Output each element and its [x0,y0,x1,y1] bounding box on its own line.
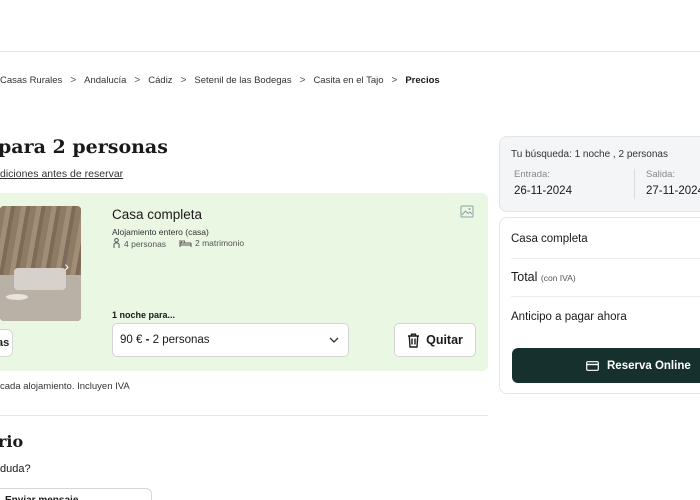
chevron-down-icon [329,337,339,343]
summary-divider [511,258,700,259]
chevron-right-icon: > [299,74,306,86]
booking-summary-box: Casa completa Total (con IVA) Anticipo a… [499,217,700,394]
beds-label: 2 matrimonio [195,238,245,248]
breadcrumb-cadiz[interactable]: Cádiz [148,75,172,86]
remove-button[interactable]: Quitar [394,323,476,357]
chevron-right-icon: > [391,74,398,86]
credit-card-icon [586,360,599,371]
summary-divider [511,296,700,297]
page-title: para 2 personas [0,136,168,158]
breadcrumb-setenil[interactable]: Setenil de las Bodegas [194,75,291,86]
summary-item: Casa completa [511,233,588,245]
chevron-right-icon: > [70,74,77,86]
total-label: Total [511,270,538,284]
image-icon[interactable] [460,205,474,218]
book-online-label: Reserva Online [607,359,691,372]
room-type: Alojamiento entero (casa) [112,227,209,237]
price-dash: - [145,334,153,346]
trash-icon [408,333,420,348]
search-summary-text: Tu búsqueda: 1 noche , 2 personas [511,149,668,160]
top-header-bar [0,0,700,52]
offer-card: › as Casa completa Alojamiento entero (c… [0,193,488,371]
section-title: rio [0,432,24,451]
gallery-button[interactable]: as [0,329,13,357]
breadcrumb: Casas Rurales > Andalucía > Cádiz > Sete… [0,73,440,87]
next-photo-icon[interactable]: › [64,258,69,274]
room-title: Casa completa [112,207,203,222]
breadcrumb-casas-rurales[interactable]: Casas Rurales [0,75,62,86]
beds-feature: 2 matrimonio [179,238,244,248]
breadcrumb-current-precios: Precios [405,74,440,86]
bed-icon [179,240,192,247]
persons-label: 4 personas [124,238,167,249]
summary-total: Total (con IVA) [511,270,576,284]
conditions-link[interactable]: diciones antes de reservar [0,168,123,180]
breadcrumb-andalucia[interactable]: Andalucía [84,75,126,86]
deposit-label: Anticipo a pagar ahora [511,311,627,323]
question-text: duda? [0,463,31,475]
total-note: (con IVA) [540,273,576,283]
photo-sofa [14,268,66,290]
checkout-label: Salida: [646,169,676,180]
price-value: 90 € [120,334,143,346]
book-online-button[interactable]: Reserva Online [512,348,700,383]
person-icon [113,238,120,248]
date-divider [634,169,635,199]
nights-label: 1 noche para... [112,310,176,320]
remove-label: Quitar [426,333,463,347]
price-select[interactable]: 90 € - 2 personas [112,323,349,357]
prices-footnote: cada alojamiento. Incluyen IVA [0,381,130,392]
chevron-right-icon: > [180,74,187,86]
contact-button[interactable]: Enviar mensaje [0,488,152,500]
property-photo[interactable]: › [0,206,81,321]
persons-feature: 4 personas [112,238,166,249]
search-summary-box: Tu búsqueda: 1 noche , 2 personas Entrad… [499,136,700,212]
section-divider [0,415,488,416]
chevron-right-icon: > [134,74,141,86]
price-people: 2 personas [152,334,210,346]
checkin-label: Entrada: [514,169,550,180]
photo-table [6,294,28,300]
checkin-value[interactable]: 26-11-2024 [514,185,572,197]
checkout-value[interactable]: 27-11-2024 [646,185,700,197]
breadcrumb-casita[interactable]: Casita en el Tajo [313,75,383,86]
